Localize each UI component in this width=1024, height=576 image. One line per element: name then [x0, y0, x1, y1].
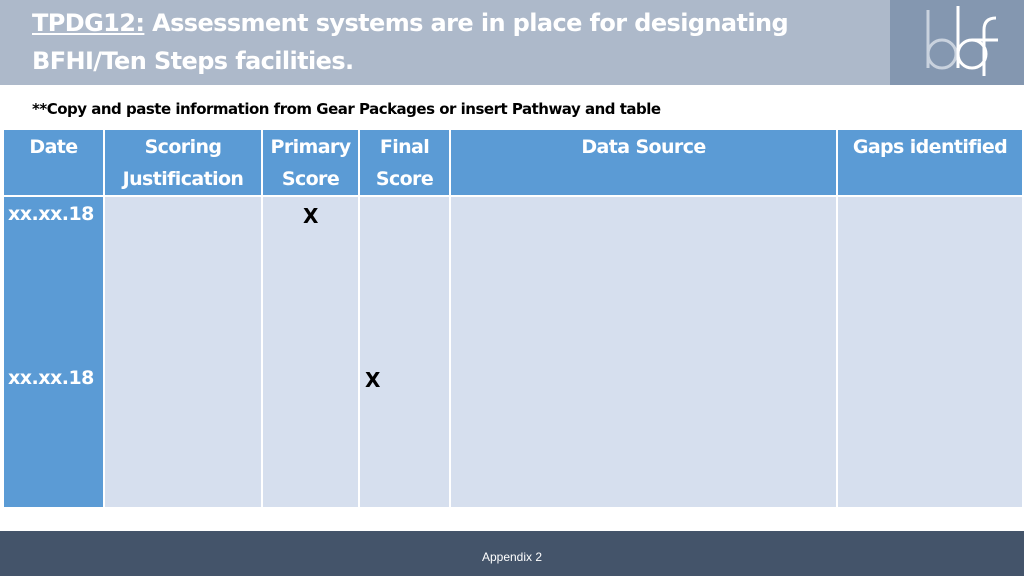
date-entry-2: xx.xx.18 — [8, 367, 94, 389]
column-header-primary-score: Primary Score — [261, 128, 360, 197]
title-bar: TPDG12: Assessment systems are in place … — [0, 0, 890, 85]
primary-score-cell[interactable]: X — [261, 195, 360, 509]
column-header-date: Date — [2, 128, 105, 197]
final-score-cell[interactable]: X — [358, 195, 451, 509]
title-code: TPDG12: — [32, 9, 145, 37]
slide-title: TPDG12: Assessment systems are in place … — [32, 4, 882, 80]
assessment-table: Date Scoring Justification Primary Score… — [2, 128, 1024, 509]
gaps-identified-cell[interactable] — [836, 195, 1024, 509]
primary-score-mark: X — [303, 204, 319, 228]
footer-bar: Appendix 2 — [0, 531, 1024, 576]
column-header-data-source: Data Source — [449, 128, 838, 197]
column-header-final-score: Final Score — [358, 128, 451, 197]
date-cell[interactable]: xx.xx.18 xx.xx.18 — [2, 195, 105, 509]
table-row: xx.xx.18 xx.xx.18 X X — [2, 195, 1024, 509]
data-source-cell[interactable] — [449, 195, 838, 509]
instruction-text: **Copy and paste information from Gear P… — [32, 100, 661, 118]
title-text: Assessment systems are in place for desi… — [32, 9, 789, 75]
bbf-logo-icon — [926, 6, 998, 76]
column-header-scoring-justification: Scoring Justification — [103, 128, 263, 197]
column-header-gaps-identified: Gaps identified — [836, 128, 1024, 197]
footer-label: Appendix 2 — [481, 550, 543, 564]
date-entry-1: xx.xx.18 — [8, 203, 94, 225]
scoring-justification-cell[interactable] — [103, 195, 263, 509]
final-score-mark: X — [365, 368, 381, 392]
logo-panel — [890, 0, 1024, 85]
table-header-row: Date Scoring Justification Primary Score… — [2, 128, 1024, 197]
